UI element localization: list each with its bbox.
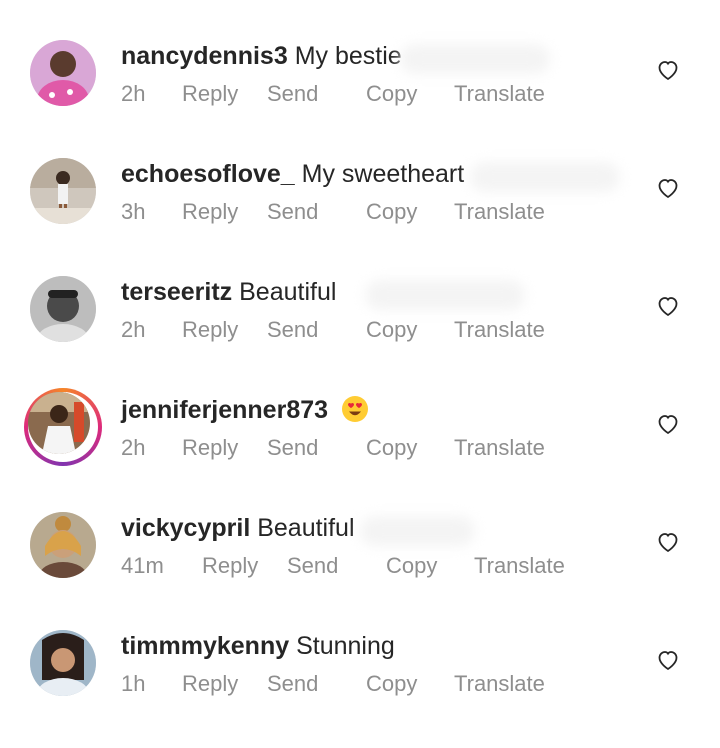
redacted-region — [365, 280, 525, 310]
send-button[interactable]: Send — [267, 316, 318, 344]
comment-body: Beautiful — [239, 278, 337, 306]
username-link[interactable]: jenniferjenner873 — [121, 396, 328, 424]
avatar[interactable] — [30, 40, 96, 106]
username-link[interactable]: timmmykenny — [121, 632, 289, 660]
reply-button[interactable]: Reply — [182, 80, 238, 108]
translate-button[interactable]: Translate — [454, 80, 545, 108]
comment-text-line: echoesoflove_ My sweetheart — [121, 159, 464, 189]
comment-text-line: nancydennis3 My bestie — [121, 41, 402, 71]
timestamp: 41m — [121, 553, 164, 578]
redacted-region — [470, 162, 620, 192]
username-link[interactable]: terseeritz — [121, 278, 232, 306]
avatar[interactable] — [30, 630, 96, 696]
comment-item: timmmykenny Stunning 1h Reply Send Copy … — [0, 630, 720, 748]
username-link[interactable]: echoesoflove_ — [121, 160, 295, 188]
timestamp: 2h — [121, 435, 146, 460]
send-button[interactable]: Send — [267, 670, 318, 698]
heart-outline-icon[interactable] — [656, 412, 680, 436]
copy-button[interactable]: Copy — [366, 316, 417, 344]
comment-item: echoesoflove_ My sweetheart 3h Reply Sen… — [0, 158, 720, 276]
heart-outline-icon[interactable] — [656, 176, 680, 200]
avatar[interactable] — [30, 512, 96, 578]
comment-item: terseeritz Beautiful 2h Reply Send Copy … — [0, 276, 720, 394]
avatar-story-ring[interactable] — [24, 388, 102, 466]
heart-outline-icon[interactable] — [656, 648, 680, 672]
copy-button[interactable]: Copy — [366, 670, 417, 698]
avatar[interactable] — [30, 158, 96, 224]
reply-button[interactable]: Reply — [182, 316, 238, 344]
translate-button[interactable]: Translate — [454, 434, 545, 462]
timestamp: 1h — [121, 671, 146, 696]
comment-text-line: jenniferjenner873 — [121, 395, 369, 425]
heart-eyes-emoji — [341, 396, 368, 422]
username-link[interactable]: nancydennis3 — [121, 42, 288, 70]
reply-button[interactable]: Reply — [202, 552, 258, 580]
translate-button[interactable]: Translate — [474, 552, 565, 580]
redacted-region — [360, 516, 475, 546]
reply-button[interactable]: Reply — [182, 670, 238, 698]
comment-body: My sweetheart — [301, 160, 465, 188]
username-link[interactable]: vickycypril — [121, 514, 250, 542]
comment-item: vickycypril Beautiful 41m Reply Send Cop… — [0, 512, 720, 630]
send-button[interactable]: Send — [267, 80, 318, 108]
translate-button[interactable]: Translate — [454, 198, 545, 226]
comment-body: Stunning — [296, 632, 395, 660]
copy-button[interactable]: Copy — [386, 552, 437, 580]
reply-button[interactable]: Reply — [182, 434, 238, 462]
comment-text-line: vickycypril Beautiful — [121, 513, 355, 543]
avatar[interactable] — [30, 276, 96, 342]
send-button[interactable]: Send — [287, 552, 338, 580]
copy-button[interactable]: Copy — [366, 80, 417, 108]
translate-button[interactable]: Translate — [454, 670, 545, 698]
comment-item: nancydennis3 My bestie 2h Reply Send Cop… — [0, 40, 720, 158]
send-button[interactable]: Send — [267, 198, 318, 226]
comment-body: Beautiful — [257, 514, 355, 542]
heart-outline-icon[interactable] — [656, 530, 680, 554]
copy-button[interactable]: Copy — [366, 434, 417, 462]
comment-text-line: timmmykenny Stunning — [121, 631, 395, 661]
comment-item: jenniferjenner873 2h Reply Send Copy Tra… — [0, 388, 720, 512]
comment-text-line: terseeritz Beautiful — [121, 277, 336, 307]
copy-button[interactable]: Copy — [366, 198, 417, 226]
reply-button[interactable]: Reply — [182, 198, 238, 226]
translate-button[interactable]: Translate — [454, 316, 545, 344]
comment-body: My bestie — [294, 42, 402, 70]
timestamp: 2h — [121, 317, 146, 342]
heart-outline-icon[interactable] — [656, 294, 680, 318]
timestamp: 2h — [121, 81, 146, 106]
send-button[interactable]: Send — [267, 434, 318, 462]
timestamp: 3h — [121, 199, 146, 224]
heart-outline-icon[interactable] — [656, 58, 680, 82]
redacted-region — [400, 44, 550, 74]
